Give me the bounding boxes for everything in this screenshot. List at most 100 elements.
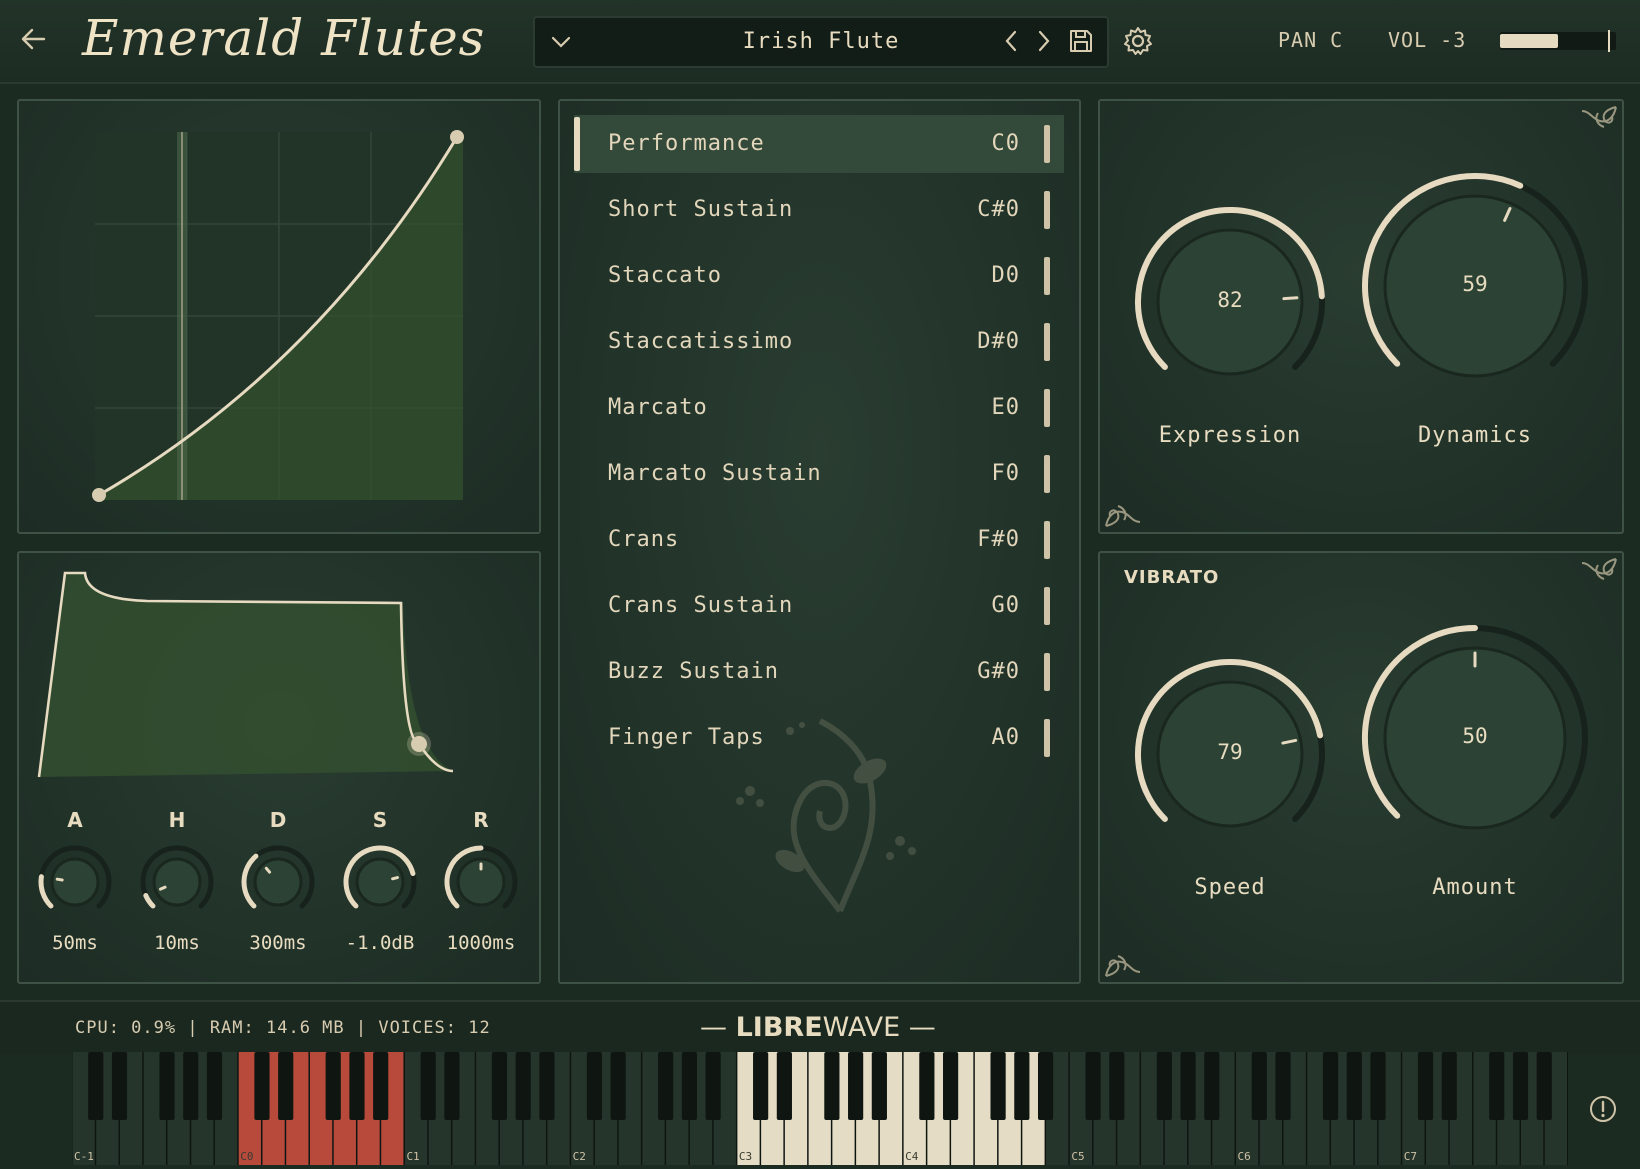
back-arrow-icon[interactable] (18, 24, 48, 54)
articulation-row[interactable]: Marcato E0 (574, 379, 1064, 437)
black-key[interactable] (88, 1052, 104, 1120)
black-key[interactable] (349, 1052, 365, 1120)
preset-name[interactable]: Irish Flute (655, 18, 987, 66)
save-icon[interactable] (1068, 28, 1094, 54)
black-key[interactable] (111, 1052, 128, 1120)
articulation-row[interactable]: Crans Sustain G0 (574, 577, 1064, 635)
black-key[interactable] (1370, 1052, 1386, 1120)
keyswitch-label: A0 (991, 725, 1020, 750)
black-key[interactable] (1180, 1052, 1196, 1120)
black-key[interactable] (159, 1052, 175, 1120)
chevron-down-icon[interactable] (549, 30, 573, 54)
next-preset-icon[interactable] (1030, 28, 1056, 54)
black-key[interactable] (943, 1052, 959, 1120)
articulation-row[interactable]: Finger Taps A0 (574, 709, 1064, 767)
black-key[interactable] (990, 1052, 1006, 1120)
black-key[interactable] (206, 1052, 223, 1120)
octave-label: C0 (240, 1150, 253, 1163)
black-key[interactable] (1037, 1052, 1054, 1120)
curve-end-handle[interactable] (450, 130, 464, 144)
black-key[interactable] (515, 1052, 531, 1120)
curve-start-handle[interactable] (92, 488, 106, 502)
articulation-row[interactable]: Crans F#0 (574, 511, 1064, 569)
envelope-knob-value[interactable]: 1000ms (431, 932, 531, 954)
pan-readout[interactable]: PAN C (1278, 28, 1343, 52)
envelope-knob-value[interactable]: 10ms (127, 932, 227, 954)
black-key[interactable] (1156, 1052, 1172, 1120)
black-key[interactable] (183, 1052, 199, 1120)
black-key[interactable] (1109, 1052, 1125, 1120)
articulation-name: Crans Sustain (608, 593, 794, 618)
black-key[interactable] (848, 1052, 864, 1120)
envelope-knob-d[interactable] (234, 838, 322, 926)
black-key[interactable] (420, 1052, 436, 1120)
app-title: Emerald Flutes (82, 9, 486, 67)
black-key[interactable] (919, 1052, 935, 1120)
black-key[interactable] (1322, 1052, 1339, 1120)
articulation-row[interactable]: Staccato D0 (574, 247, 1064, 305)
octave-label: C-1 (74, 1150, 94, 1163)
dynamics-knob-value[interactable]: 59 (1425, 272, 1525, 296)
black-key[interactable] (278, 1052, 294, 1120)
envelope-knob-h[interactable] (133, 838, 221, 926)
vibrato-speed-knob-value[interactable]: 79 (1180, 740, 1280, 764)
black-key[interactable] (254, 1052, 270, 1120)
articulation-name: Marcato (608, 395, 708, 420)
black-key[interactable] (491, 1052, 508, 1120)
black-key[interactable] (753, 1052, 769, 1120)
black-key[interactable] (1251, 1052, 1267, 1120)
envelope-knob-value[interactable]: 300ms (228, 932, 328, 954)
black-key[interactable] (1346, 1052, 1362, 1120)
info-icon[interactable] (1588, 1094, 1618, 1124)
volume-readout[interactable]: VOL -3 (1388, 28, 1466, 52)
black-key[interactable] (325, 1052, 341, 1120)
envelope-knob-value[interactable]: -1.0dB (330, 932, 430, 954)
articulation-row[interactable]: Staccatissimo D#0 (574, 313, 1064, 371)
octave-label: C3 (739, 1150, 752, 1163)
previous-preset-icon[interactable] (999, 28, 1025, 54)
piano-keyboard[interactable]: C-1 C0 C1 C2 C3 C4 C5 C6 C7 (72, 1052, 1568, 1165)
black-key[interactable] (1275, 1052, 1291, 1120)
envelope-graph[interactable] (17, 551, 541, 791)
envelope-knob-label: A (67, 808, 83, 832)
articulation-row[interactable]: Performance C0 (574, 115, 1064, 173)
black-key[interactable] (1085, 1052, 1101, 1120)
black-key[interactable] (1536, 1052, 1552, 1120)
black-key[interactable] (871, 1052, 887, 1120)
black-key[interactable] (1512, 1052, 1529, 1120)
black-key[interactable] (776, 1052, 792, 1120)
expression-knob-value[interactable]: 82 (1180, 288, 1280, 312)
black-key[interactable] (1204, 1052, 1220, 1120)
velocity-curve-panel[interactable] (17, 99, 541, 534)
black-key[interactable] (658, 1052, 674, 1120)
articulation-level-indicator (1044, 191, 1050, 229)
articulation-row[interactable]: Short Sustain C#0 (574, 181, 1064, 239)
velocity-curve-graph[interactable] (17, 99, 541, 534)
black-key[interactable] (705, 1052, 721, 1120)
envelope-knob-value[interactable]: 50ms (25, 932, 125, 954)
vibrato-amount-knob-value[interactable]: 50 (1425, 724, 1525, 748)
volume-meter[interactable] (1500, 30, 1616, 52)
octave-label: C4 (905, 1150, 919, 1163)
black-key[interactable] (1489, 1052, 1505, 1120)
gear-icon[interactable] (1122, 25, 1154, 57)
black-key[interactable] (373, 1052, 389, 1120)
black-key[interactable] (824, 1052, 840, 1120)
release-handle[interactable] (411, 736, 427, 752)
black-key[interactable] (586, 1052, 603, 1120)
envelope-knob-s[interactable] (336, 838, 424, 926)
black-key[interactable] (539, 1052, 555, 1120)
black-key[interactable] (444, 1052, 460, 1120)
envelope-knob-r[interactable] (437, 838, 525, 926)
articulation-row[interactable]: Buzz Sustain G#0 (574, 643, 1064, 701)
piano-keys[interactable]: C-1 C0 C1 C2 C3 C4 C5 C6 C7 (72, 1052, 1568, 1165)
envelope-knob-a[interactable] (31, 838, 119, 926)
articulation-level-indicator (1044, 323, 1050, 361)
articulation-row[interactable]: Marcato Sustain F0 (574, 445, 1064, 503)
black-key[interactable] (1014, 1052, 1030, 1120)
vibrato-title: VIBRATO (1124, 567, 1220, 588)
black-key[interactable] (610, 1052, 626, 1120)
black-key[interactable] (681, 1052, 697, 1120)
black-key[interactable] (1441, 1052, 1457, 1120)
black-key[interactable] (1417, 1052, 1434, 1120)
